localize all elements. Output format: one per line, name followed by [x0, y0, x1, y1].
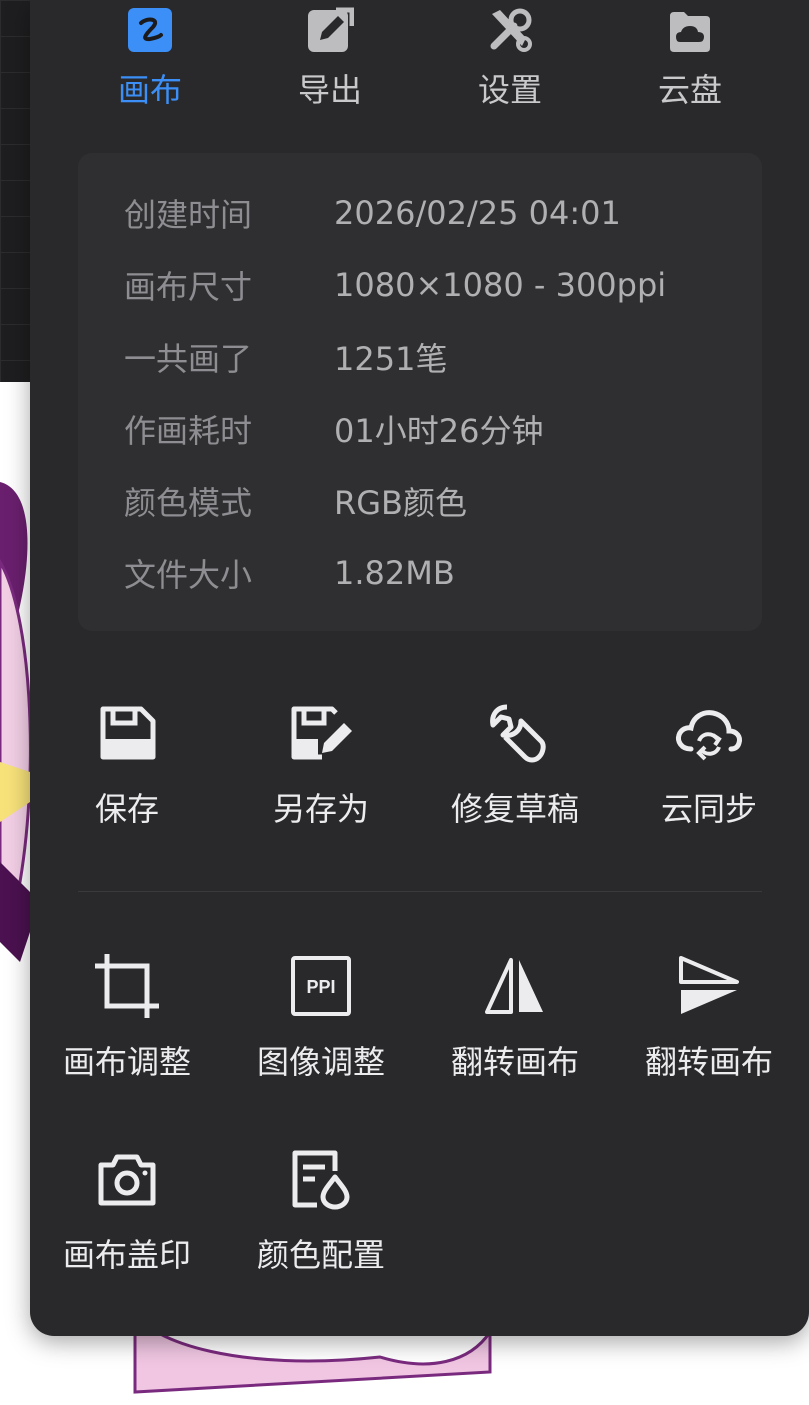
info-row-color-mode: 颜色模式 RGB颜色: [124, 481, 467, 522]
info-row-file-size: 文件大小 1.82MB: [124, 553, 455, 594]
tab-label: 设置: [477, 71, 542, 109]
camera-icon: [91, 1143, 163, 1215]
save-as-icon: [285, 697, 357, 769]
cloud-sync-icon: [673, 697, 745, 769]
flip-vertical-icon: [673, 950, 745, 1022]
repair-wrench-icon: [479, 697, 551, 769]
save-label: 保存: [94, 790, 159, 828]
canvas-icon: [126, 6, 174, 54]
settings-icon: [486, 6, 534, 54]
save-as-label: 另存为: [272, 790, 369, 828]
canvas-adjust-button[interactable]: 画布调整: [30, 950, 224, 1100]
info-value: 01小时26分钟: [334, 412, 544, 450]
section-divider: [78, 891, 762, 892]
image-adjust-button[interactable]: PPI 图像调整: [224, 950, 418, 1100]
info-row-created: 创建时间 2026/02/25 04:01: [124, 193, 621, 234]
tab-canvas[interactable]: 画布: [90, 6, 210, 116]
canvas-info-panel: 画布 导出 设置 云盘 创建时间 2026/02/25 04:01 画布尺寸 1…: [30, 0, 809, 1336]
flip-horizontal-icon: [479, 950, 551, 1022]
repair-draft-button[interactable]: 修复草稿: [418, 697, 612, 847]
save-icon: [91, 697, 163, 769]
info-value: 2026/02/25 04:01: [334, 194, 621, 232]
info-value: RGB颜色: [334, 484, 467, 522]
info-value: 1.82MB: [334, 554, 455, 592]
canvas-stamp-button[interactable]: 画布盖印: [30, 1143, 224, 1293]
color-profile-label: 颜色配置: [256, 1236, 385, 1274]
tab-bar: 画布 导出 设置 云盘: [30, 0, 809, 120]
color-profile-button[interactable]: 颜色配置: [224, 1143, 418, 1293]
flip-canvas-horizontal-button[interactable]: 翻转画布: [418, 950, 612, 1100]
crop-icon: [91, 950, 163, 1022]
save-button[interactable]: 保存: [30, 697, 224, 847]
flip-canvas-label: 翻转画布: [450, 1043, 579, 1081]
repair-draft-label: 修复草稿: [450, 790, 579, 828]
info-row-duration: 作画耗时 01小时26分钟: [124, 409, 544, 450]
info-value: 1251笔: [334, 340, 448, 378]
tab-label: 云盘: [657, 71, 722, 109]
cloud-disk-icon: [666, 6, 714, 54]
info-key: 作画耗时: [124, 412, 253, 450]
flip-canvas-vertical-button[interactable]: 翻转画布: [612, 950, 806, 1100]
info-value: 1080×1080 - 300ppi: [334, 266, 667, 304]
canvas-info-card: 创建时间 2026/02/25 04:01 画布尺寸 1080×1080 - 3…: [78, 153, 762, 631]
ppi-icon: PPI: [285, 950, 357, 1022]
info-row-size: 画布尺寸 1080×1080 - 300ppi: [124, 265, 667, 306]
tab-settings[interactable]: 设置: [450, 6, 570, 116]
canvas-adjust-label: 画布调整: [62, 1043, 191, 1081]
flip-canvas-label: 翻转画布: [644, 1043, 773, 1081]
image-adjust-label: 图像调整: [256, 1043, 385, 1081]
info-key: 画布尺寸: [124, 268, 253, 306]
info-key: 颜色模式: [124, 484, 253, 522]
save-as-button[interactable]: 另存为: [224, 697, 418, 847]
export-icon: [306, 6, 354, 54]
color-profile-icon: [285, 1143, 357, 1215]
tab-cloud-disk[interactable]: 云盘: [630, 6, 750, 116]
tab-label: 画布: [117, 71, 182, 109]
tab-export[interactable]: 导出: [270, 6, 390, 116]
cloud-sync-label: 云同步: [660, 790, 757, 828]
info-row-strokes: 一共画了 1251笔: [124, 337, 448, 378]
tab-label: 导出: [297, 71, 362, 109]
svg-text:PPI: PPI: [306, 977, 335, 997]
info-key: 文件大小: [124, 556, 253, 594]
cloud-sync-button[interactable]: 云同步: [612, 697, 806, 847]
info-key: 创建时间: [124, 196, 253, 234]
canvas-stamp-label: 画布盖印: [62, 1236, 191, 1274]
info-key: 一共画了: [124, 340, 253, 378]
